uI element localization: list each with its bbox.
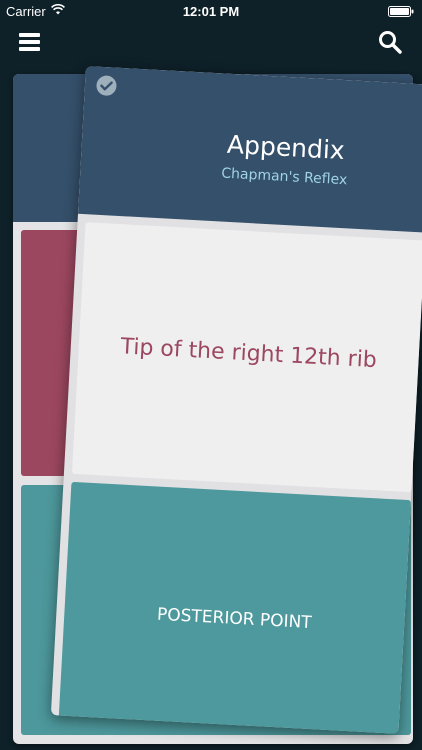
card-header: Appendix Chapman's Reflex: [77, 66, 422, 233]
battery-icon: [388, 6, 414, 17]
location-text: POSTERIOR POINT: [156, 604, 313, 633]
status-bar: Carrier 12:01 PM: [0, 0, 422, 22]
hamburger-menu-icon[interactable]: [19, 33, 40, 51]
status-time: 12:01 PM: [182, 4, 240, 19]
answer-text: Tip of the right 12th rib: [119, 334, 378, 374]
answer-panel[interactable]: Tip of the right 12th rib: [71, 222, 422, 493]
checkmark-circle-icon[interactable]: [95, 75, 117, 97]
app-screen: Carrier 12:01 PM Appendix Chapman's Refl…: [0, 0, 422, 750]
location-panel[interactable]: POSTERIOR POINT: [58, 481, 411, 734]
search-icon[interactable]: [378, 30, 402, 54]
front-flashcard[interactable]: Appendix Chapman's Reflex Tip of the rig…: [50, 66, 422, 734]
